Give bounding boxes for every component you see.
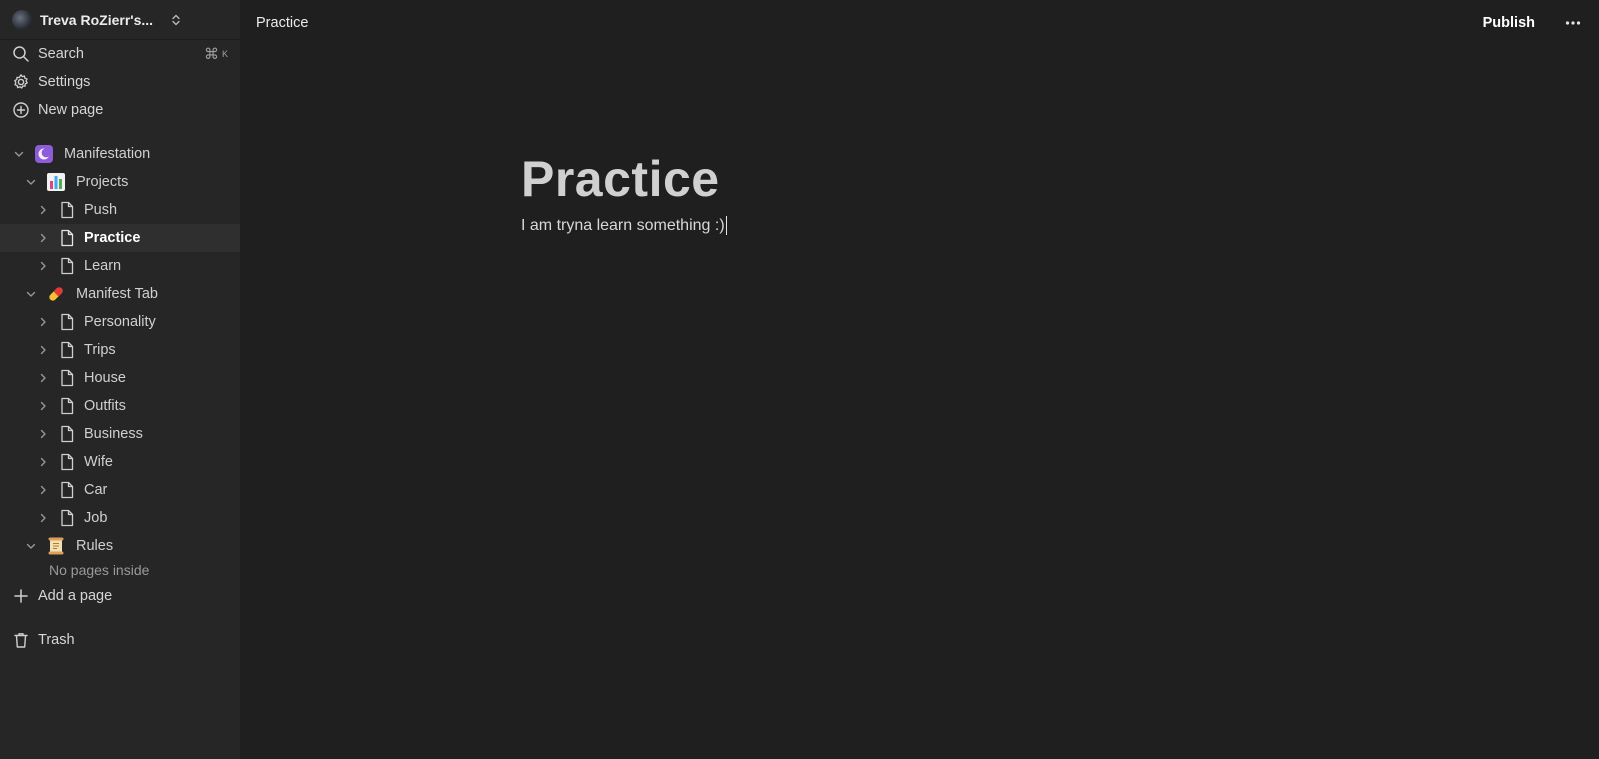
crescent-moon-icon <box>34 144 54 164</box>
chevron-right-icon[interactable] <box>36 427 50 441</box>
chevron-right-icon[interactable] <box>36 203 50 217</box>
pill-icon <box>46 284 66 304</box>
chevron-down-icon[interactable] <box>24 539 38 553</box>
workspace-switcher[interactable]: Treva RoZierr's... <box>0 0 240 40</box>
document-icon <box>58 201 76 219</box>
tree-label: Trips <box>84 342 116 358</box>
new-page-button[interactable]: New page <box>0 96 240 124</box>
document-icon <box>58 509 76 527</box>
text-cursor <box>725 216 727 235</box>
chevron-right-icon[interactable] <box>36 483 50 497</box>
tree-item-manifest-tab[interactable]: Manifest Tab <box>0 280 240 308</box>
chevron-right-icon[interactable] <box>36 455 50 469</box>
chevron-right-icon[interactable] <box>36 343 50 357</box>
bar-chart-icon <box>46 172 66 192</box>
add-page-button[interactable]: Add a page <box>0 582 240 610</box>
document-icon <box>58 369 76 387</box>
tree-item-house[interactable]: House <box>0 364 240 392</box>
chevron-up-down-icon[interactable] <box>169 13 183 27</box>
tree-label: Outfits <box>84 398 126 414</box>
trash-label: Trash <box>38 632 75 648</box>
tree-item-outfits[interactable]: Outfits <box>0 392 240 420</box>
search-icon <box>12 45 30 63</box>
tree-item-learn[interactable]: Learn <box>0 252 240 280</box>
topbar: Practice Publish <box>240 0 1599 46</box>
chevron-down-icon[interactable] <box>24 287 38 301</box>
tree-item-job[interactable]: Job <box>0 504 240 532</box>
page-body-text[interactable]: I am tryna learn something :) <box>521 216 727 235</box>
plus-circle-icon <box>12 101 30 119</box>
command-key-icon: ⌘ <box>203 46 219 63</box>
tree-item-business[interactable]: Business <box>0 420 240 448</box>
tree-label: Rules <box>76 538 114 554</box>
trash-button[interactable]: Trash <box>0 626 240 654</box>
app-window: Treva RoZierr's... Search ⌘ K Settings N… <box>0 0 1599 759</box>
chevron-right-icon[interactable] <box>36 399 50 413</box>
gear-icon <box>12 73 30 91</box>
empty-state-text: No pages inside <box>49 562 150 578</box>
publish-button[interactable]: Publish <box>1483 15 1535 31</box>
document-icon <box>58 481 76 499</box>
chevron-down-icon[interactable] <box>24 175 38 189</box>
tree-item-practice[interactable]: Practice <box>0 224 240 252</box>
tree-item-projects[interactable]: Projects <box>0 168 240 196</box>
tree-item-push[interactable]: Push <box>0 196 240 224</box>
sidebar: Treva RoZierr's... Search ⌘ K Settings N… <box>0 0 240 759</box>
tree-label: Learn <box>84 258 122 274</box>
paragraph-text[interactable]: I am tryna learn something :) <box>521 217 725 235</box>
tree-item-personality[interactable]: Personality <box>0 308 240 336</box>
plus-icon <box>12 587 30 605</box>
document-icon <box>58 313 76 331</box>
chevron-right-icon[interactable] <box>36 315 50 329</box>
chevron-down-icon[interactable] <box>12 147 26 161</box>
tree-item-manifestation[interactable]: Manifestation <box>0 140 240 168</box>
document-icon <box>58 229 76 247</box>
settings-button[interactable]: Settings <box>0 68 240 96</box>
shortcut-key: K <box>221 49 228 59</box>
document-icon <box>58 341 76 359</box>
tree-label: House <box>84 370 126 386</box>
search-shortcut: ⌘ K <box>204 45 228 63</box>
settings-label: Settings <box>38 74 91 90</box>
main-content: Practice Publish Practice I am tryna lea… <box>240 0 1599 759</box>
document-icon <box>58 397 76 415</box>
page-title[interactable]: Practice <box>521 150 727 208</box>
tree-label: Projects <box>76 174 129 190</box>
chevron-right-icon[interactable] <box>36 511 50 525</box>
document-icon <box>58 453 76 471</box>
tree-label: Manifest Tab <box>76 286 158 302</box>
search-label: Search <box>38 46 84 62</box>
tree-label: Wife <box>84 454 113 470</box>
tree-label: Practice <box>84 230 141 246</box>
tree-item-wife[interactable]: Wife <box>0 448 240 476</box>
tree-label: Car <box>84 482 108 498</box>
document-icon <box>58 257 76 275</box>
tree-item-rules[interactable]: Rules <box>0 532 240 560</box>
chevron-right-icon[interactable] <box>36 371 50 385</box>
more-options-icon[interactable] <box>1563 13 1583 33</box>
new-page-label: New page <box>38 102 104 118</box>
workspace-name: Treva RoZierr's... <box>40 11 154 28</box>
page-editor[interactable]: Practice I am tryna learn something :) <box>521 150 727 235</box>
document-icon <box>58 425 76 443</box>
search-button[interactable]: Search ⌘ K <box>0 40 240 68</box>
add-page-label: Add a page <box>38 588 113 604</box>
scroll-icon <box>46 536 66 556</box>
tree-item-car[interactable]: Car <box>0 476 240 504</box>
tree-label: Business <box>84 426 143 442</box>
tree-label: Push <box>84 202 118 218</box>
trash-icon <box>12 631 30 649</box>
tree-item-trips[interactable]: Trips <box>0 336 240 364</box>
page-tree: Manifestation Projects Push Practice Lea… <box>0 140 240 580</box>
tree-label: Job <box>84 510 108 526</box>
workspace-avatar <box>12 9 32 30</box>
tree-label: Personality <box>84 314 156 330</box>
chevron-right-icon[interactable] <box>36 259 50 273</box>
chevron-right-icon[interactable] <box>36 231 50 245</box>
breadcrumb[interactable]: Practice <box>256 15 308 31</box>
tree-label: Manifestation <box>64 146 151 162</box>
